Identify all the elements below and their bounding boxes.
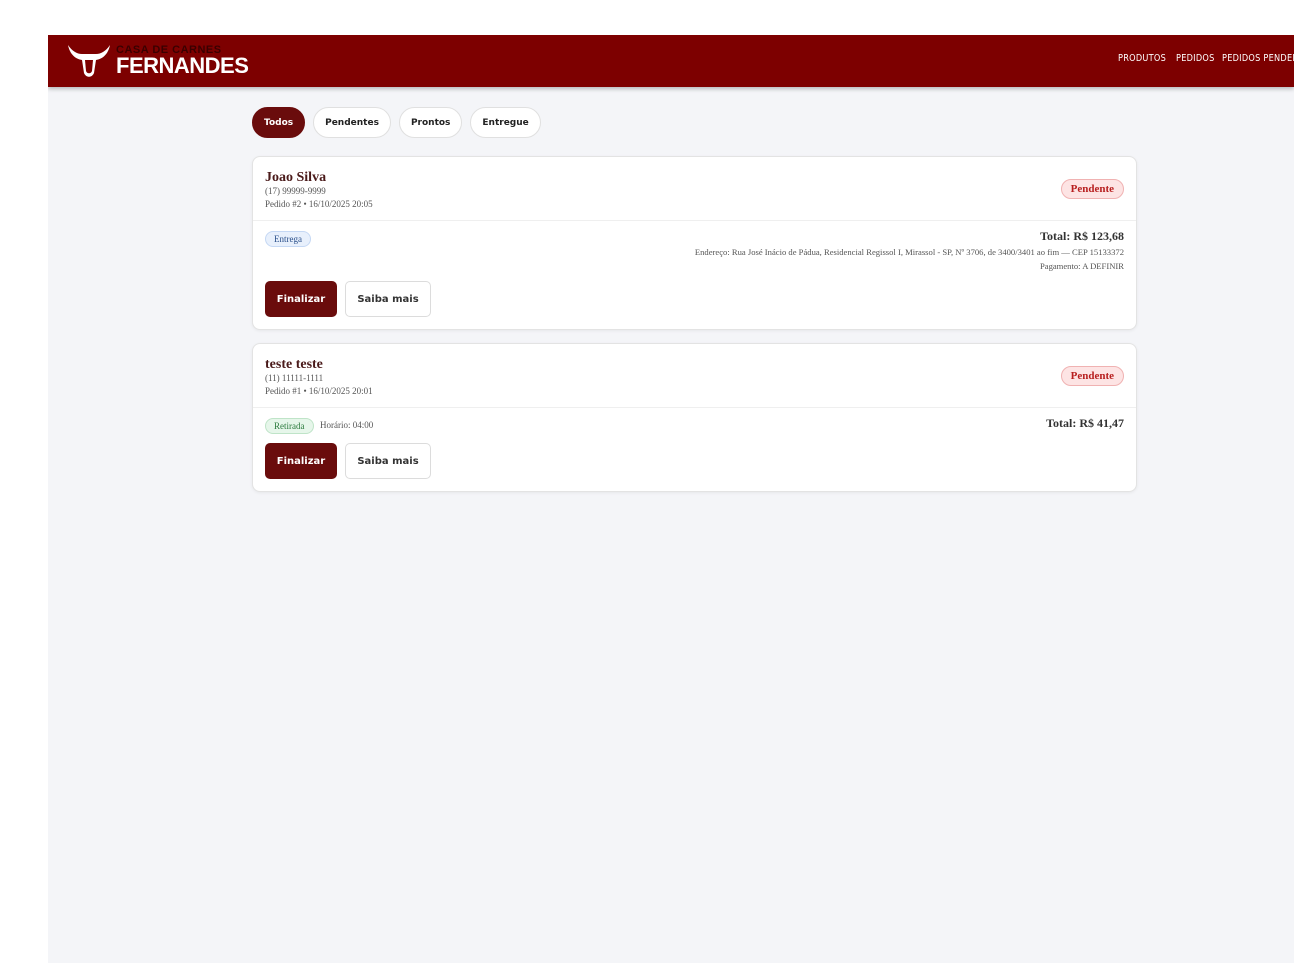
pickup-time: Horário: 04:00 <box>320 420 374 430</box>
customer-phone: (17) 99999-9999 <box>265 186 326 196</box>
delivery-type-badge: Entrega <box>265 231 311 247</box>
customer-phone: (11) 11111-1111 <box>265 373 324 383</box>
bull-horns-icon <box>68 45 110 77</box>
top-navbar: CASA DE CARNES FERNANDES PRODUTOS PEDIDO… <box>48 35 1294 87</box>
order-total: Total: R$ 41,47 <box>1046 416 1124 430</box>
filter-todos[interactable]: Todos <box>252 107 306 138</box>
brand-logo[interactable]: CASA DE CARNES FERNANDES <box>64 40 249 82</box>
customer-name: Joao Silva <box>265 170 327 185</box>
finalize-button[interactable]: Finalizar <box>265 281 337 317</box>
app-frame: CASA DE CARNES FERNANDES PRODUTOS PEDIDO… <box>48 35 1294 963</box>
filter-pendentes[interactable]: Pendentes <box>313 107 391 138</box>
pickup-type-badge: Retirada <box>265 418 314 434</box>
brand-name: FERNANDES <box>116 53 249 78</box>
order-meta: Pedido #1 • 16/10/2025 20:01 <box>265 386 373 396</box>
filter-entregue[interactable]: Entregue <box>470 107 541 138</box>
status-badge: Pendente <box>1060 366 1124 386</box>
main-nav: PRODUTOS PEDIDOS PEDIDOS PENDENTES <box>1118 53 1294 64</box>
payment-method: Pagamento: A DEFINIR <box>1039 261 1124 271</box>
more-info-button[interactable]: Saiba mais <box>345 443 431 479</box>
status-filter-bar: Todos Pendentes Prontos Entregue <box>252 107 541 138</box>
status-badge: Pendente <box>1060 179 1124 199</box>
finalize-button[interactable]: Finalizar <box>265 443 337 479</box>
order-header: Joao Silva (17) 99999-9999 Pedido #2 • 1… <box>253 157 1136 221</box>
delivery-address: Endereço: Rua José Inácio de Pádua, Resi… <box>694 247 1124 257</box>
nav-pedidos[interactable]: PEDIDOS <box>1176 53 1215 64</box>
order-header: teste teste (11) 11111-1111 Pedido #1 • … <box>253 344 1136 408</box>
filter-prontos[interactable]: Prontos <box>398 107 463 138</box>
order-card: Joao Silva (17) 99999-9999 Pedido #2 • 1… <box>252 156 1137 330</box>
order-card: teste teste (11) 11111-1111 Pedido #1 • … <box>252 343 1137 492</box>
nav-pedidos-pendentes[interactable]: PEDIDOS PENDENTES <box>1222 53 1294 64</box>
customer-name: teste teste <box>265 357 323 372</box>
more-info-button[interactable]: Saiba mais <box>345 281 431 317</box>
nav-produtos[interactable]: PRODUTOS <box>1118 53 1166 64</box>
order-total: Total: R$ 123,68 <box>1040 229 1124 243</box>
order-meta: Pedido #2 • 16/10/2025 20:05 <box>265 199 373 209</box>
